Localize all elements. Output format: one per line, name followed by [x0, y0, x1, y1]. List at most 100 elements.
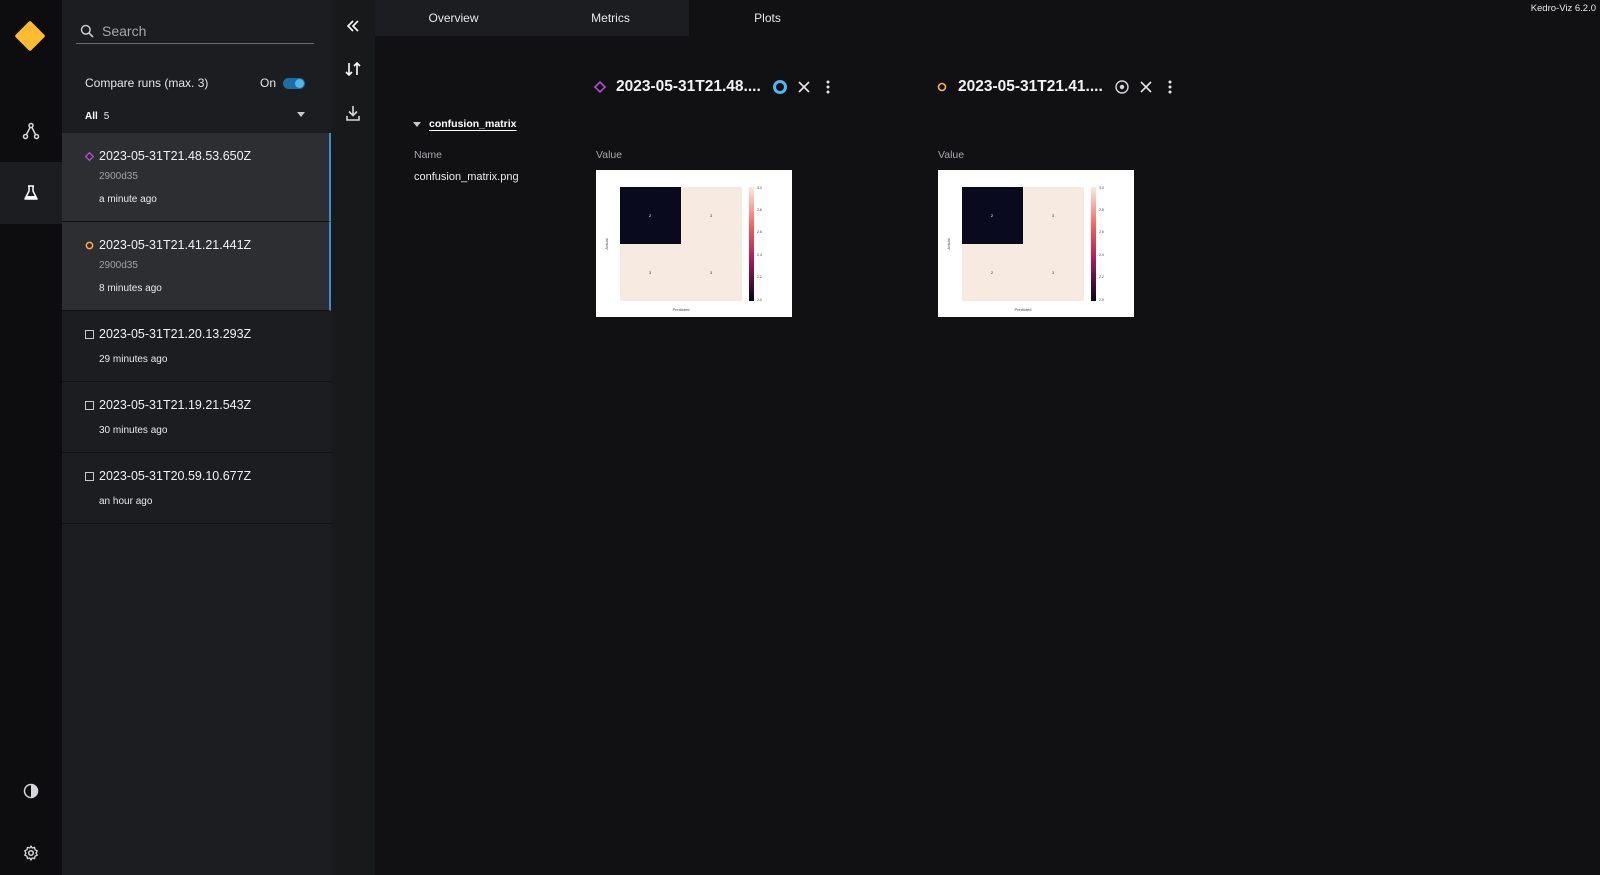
square-checkbox-icon[interactable] — [85, 330, 94, 339]
compare-run-header: 2023-05-31T21.41.... — [936, 76, 1180, 98]
pin-button[interactable] — [770, 77, 790, 97]
swap-runs-button[interactable] — [342, 58, 364, 80]
compare-toggle-label: On — [259, 76, 276, 90]
remove-run-button[interactable] — [794, 77, 814, 97]
pin-active-icon — [773, 80, 787, 94]
scale-tick: 2.4 — [1099, 253, 1104, 257]
swap-sort-arrows-icon — [345, 61, 361, 77]
version-label: Kedro-Viz 6.2.0 — [1530, 3, 1596, 14]
global-toolbar — [0, 0, 62, 875]
plot-thumbnail[interactable]: 2 3 3 3 Predicted Actual 3.0 2.8 2.6 2.4… — [596, 170, 792, 317]
run-time: a minute ago — [99, 194, 157, 205]
run-header-title: 2023-05-31T21.48.... — [616, 78, 761, 95]
tab-metrics[interactable]: Metrics — [532, 0, 689, 36]
run-time: 29 minutes ago — [99, 354, 168, 365]
run-item[interactable]: 2023-05-31T20.59.10.677Z an hour ago — [62, 453, 331, 524]
run-item[interactable]: 2023-05-31T21.19.21.543Z 30 minutes ago — [62, 382, 331, 453]
kebab-menu-icon — [826, 80, 830, 94]
square-checkbox-icon[interactable] — [85, 472, 94, 481]
view-tabs: Overview Metrics Plots — [375, 0, 1600, 36]
x-axis-label: Predicted — [1015, 307, 1032, 312]
run-title: 2023-05-31T21.19.21.543Z — [99, 398, 252, 412]
search-input[interactable] — [102, 22, 302, 39]
scale-tick: 3.0 — [757, 186, 762, 190]
kebab-menu-icon — [1168, 80, 1172, 94]
kedro-logo-icon[interactable] — [14, 20, 46, 52]
flowchart-icon — [22, 122, 40, 140]
run-item[interactable]: 2023-05-31T21.41.21.441Z 2900d35 8 minut… — [62, 222, 331, 311]
scale-tick: 2.8 — [757, 208, 762, 212]
run-item[interactable]: 2023-05-31T21.20.13.293Z 29 minutes ago — [62, 311, 331, 382]
scale-tick: 2.2 — [1099, 275, 1104, 279]
circle-marker-icon — [85, 241, 94, 250]
chevron-down-icon — [297, 112, 305, 117]
runs-list: 2023-05-31T21.48.53.650Z 2900d35 a minut… — [62, 133, 331, 524]
scale-tick: 2.6 — [757, 230, 762, 234]
runs-sidebar: Compare runs (max. 3) On All 5 2023-05-3… — [62, 0, 331, 875]
plot-row-name: confusion_matrix.png — [414, 171, 519, 183]
run-time: 8 minutes ago — [99, 283, 162, 294]
collapse-double-chevron-icon — [346, 20, 359, 32]
diamond-marker-icon — [85, 152, 94, 161]
theme-toggle-button[interactable] — [0, 760, 62, 822]
search-box — [76, 18, 314, 44]
section-title: confusion_matrix — [429, 118, 517, 130]
run-title: 2023-05-31T21.48.53.650Z — [99, 149, 252, 163]
collapse-sidebar-button[interactable] — [342, 15, 364, 37]
tab-overview[interactable]: Overview — [375, 0, 532, 36]
name-column-header: Name — [414, 149, 443, 161]
remove-run-button[interactable] — [1136, 77, 1156, 97]
settings-button[interactable] — [0, 822, 62, 875]
experiment-tracking-nav-button[interactable] — [0, 162, 62, 224]
plots-section-header[interactable]: confusion_matrix — [413, 118, 517, 130]
scale-tick: 2.4 — [757, 253, 762, 257]
plot-thumbnail[interactable]: 2 3 2 3 Predicted Actual 3.0 2.8 2.6 2.4… — [938, 170, 1134, 317]
run-filter-dropdown[interactable]: All 5 — [85, 108, 305, 124]
y-axis-label: Actual — [604, 238, 609, 249]
settings-gear-icon — [24, 845, 38, 861]
diamond-marker-icon — [594, 81, 606, 93]
filter-count: 5 — [103, 110, 110, 122]
run-item[interactable]: 2023-05-31T21.48.53.650Z 2900d35 a minut… — [62, 133, 331, 222]
run-actions-strip — [331, 0, 375, 875]
chevron-down-icon — [413, 121, 421, 127]
run-header-title: 2023-05-31T21.41.... — [958, 78, 1103, 95]
confusion-matrix-image: 2 3 2 3 Predicted Actual 3.0 2.8 2.6 2.4… — [946, 186, 1104, 312]
run-title: 2023-05-31T21.20.13.293Z — [99, 327, 252, 341]
compare-runs-toggle[interactable] — [283, 77, 305, 89]
close-icon — [798, 81, 810, 93]
pin-button[interactable] — [1112, 77, 1132, 97]
scale-tick: 2.8 — [1099, 208, 1104, 212]
tab-plots[interactable]: Plots — [689, 0, 846, 36]
flowchart-nav-button[interactable] — [0, 100, 62, 162]
square-checkbox-icon[interactable] — [85, 401, 94, 410]
more-options-button[interactable] — [818, 77, 838, 97]
scale-tick: 2.2 — [757, 275, 762, 279]
x-axis-label: Predicted — [673, 307, 690, 312]
filter-label: All — [85, 110, 98, 122]
download-button[interactable] — [342, 102, 364, 124]
download-icon — [346, 106, 360, 121]
compare-runs-label: Compare runs (max. 3) — [85, 76, 209, 90]
run-hash: 2900d35 — [99, 171, 138, 182]
close-icon — [1140, 81, 1152, 93]
circle-marker-icon — [937, 82, 947, 92]
compare-run-header: 2023-05-31T21.48.... — [594, 76, 838, 98]
value-column-header: Value — [938, 149, 965, 161]
scale-tick: 2.0 — [757, 298, 762, 302]
theme-toggle-icon — [23, 783, 39, 799]
scale-tick: 2.6 — [1099, 230, 1104, 234]
search-icon — [80, 24, 94, 38]
run-hash: 2900d35 — [99, 260, 138, 271]
scale-tick: 2.0 — [1099, 298, 1104, 302]
run-time: 30 minutes ago — [99, 425, 168, 436]
run-time: an hour ago — [99, 496, 153, 507]
run-title: 2023-05-31T20.59.10.677Z — [99, 469, 252, 483]
experiment-flask-icon — [24, 185, 38, 200]
run-title: 2023-05-31T21.41.21.441Z — [99, 238, 252, 252]
pin-icon — [1115, 80, 1129, 94]
value-column-header: Value — [596, 149, 623, 161]
scale-tick: 3.0 — [1099, 186, 1104, 190]
more-options-button[interactable] — [1160, 77, 1180, 97]
compare-runs-row: Compare runs (max. 3) On — [85, 74, 305, 92]
